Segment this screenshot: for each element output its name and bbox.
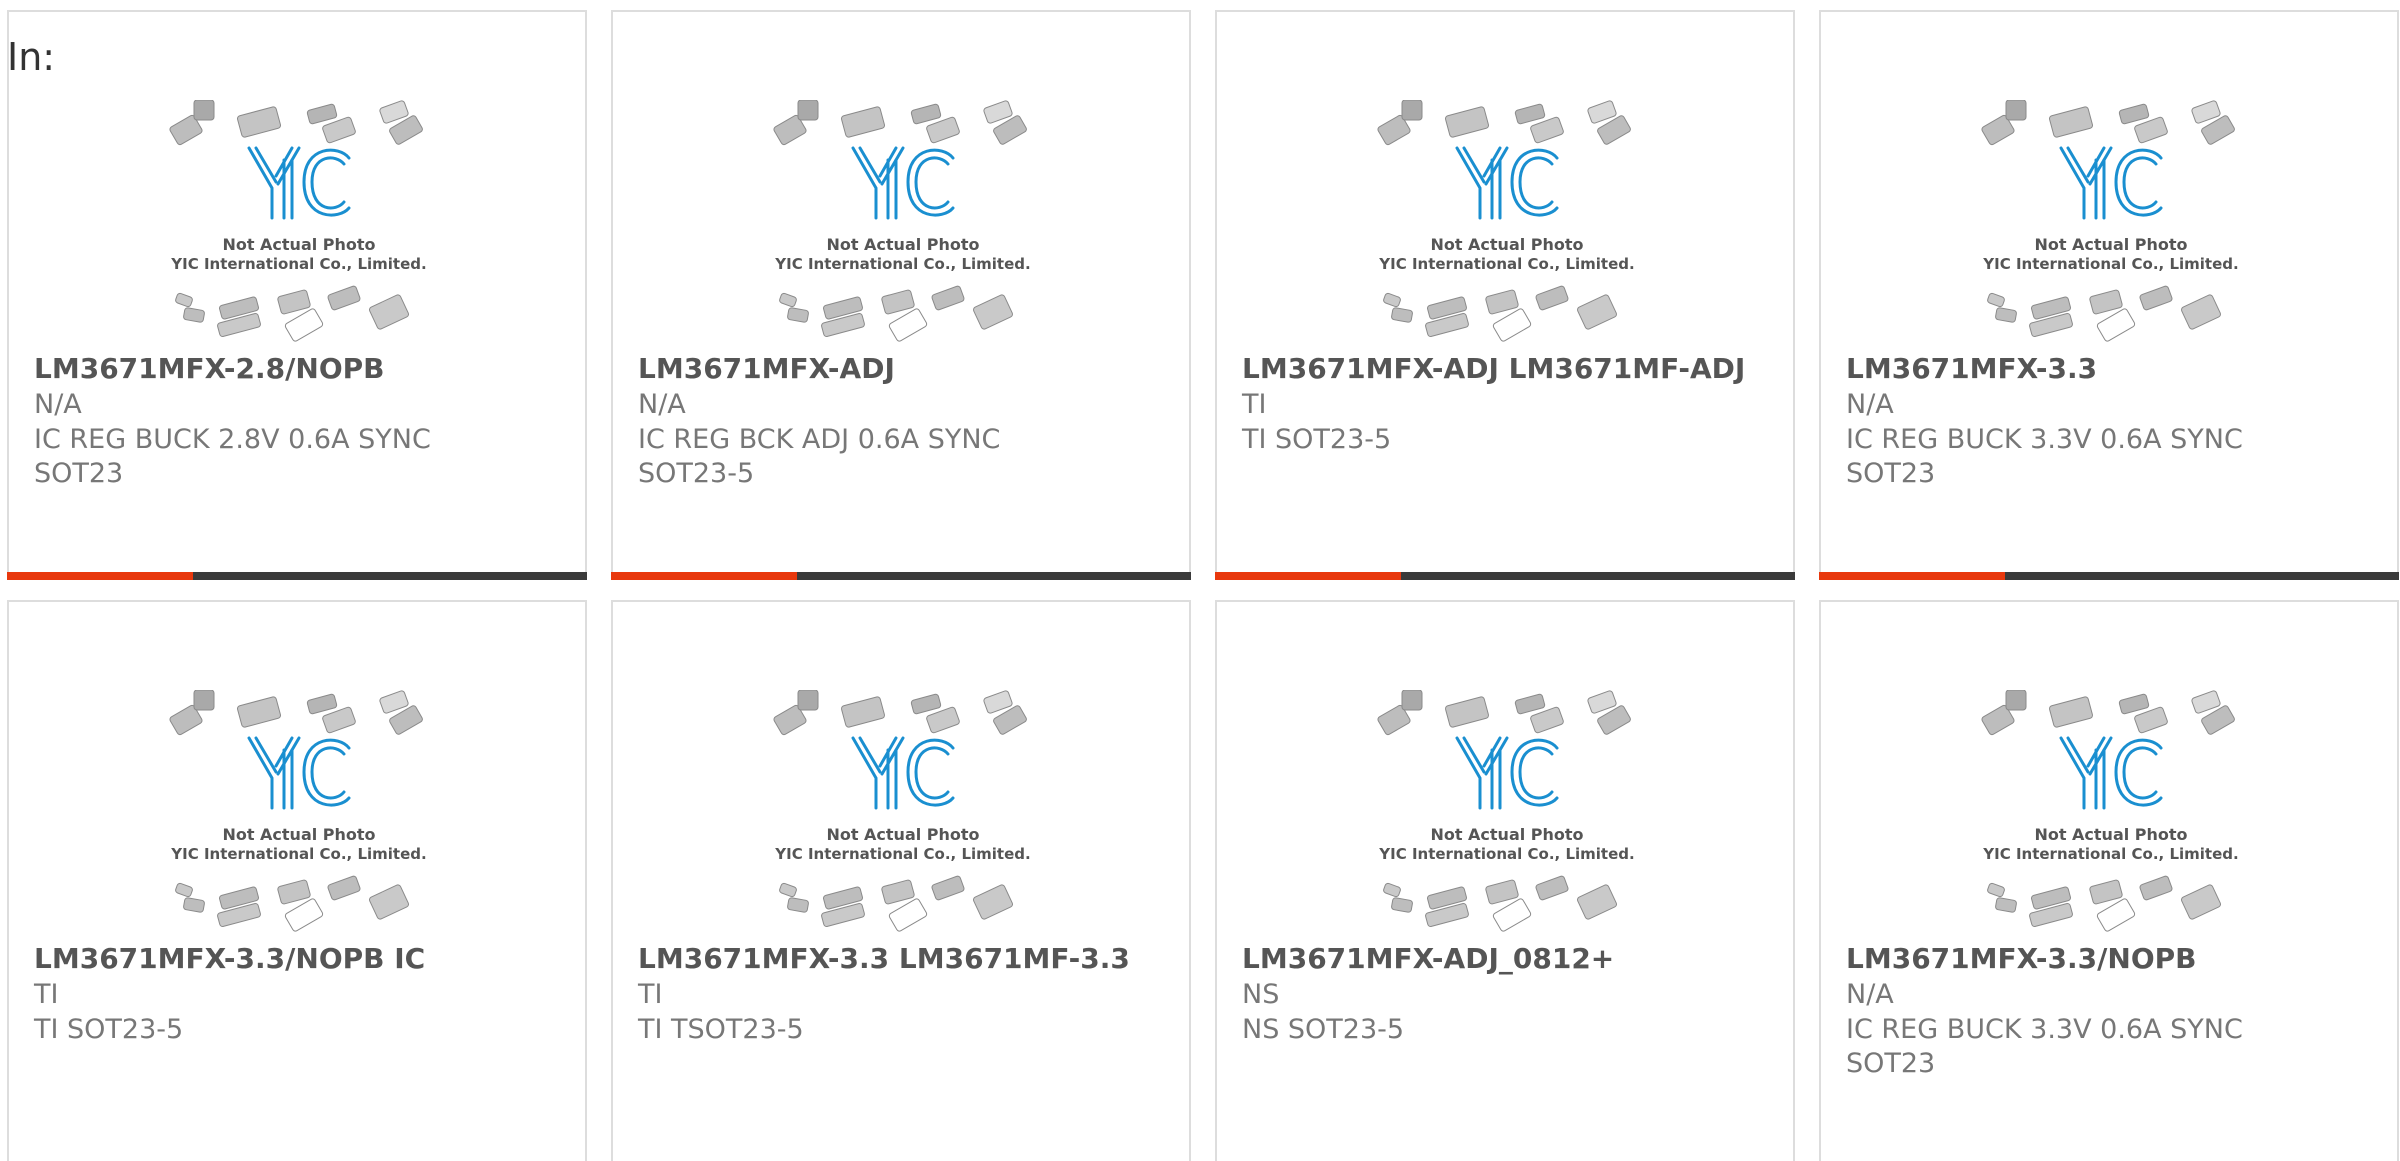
progress-bar	[1819, 572, 2399, 580]
manufacturer: N/A	[34, 389, 82, 420]
chip-icons-bottom	[1383, 875, 1617, 932]
product-card[interactable]: Not Actual Photo YIC International Co., …	[611, 600, 1191, 1161]
product-image[interactable]: Not Actual Photo YIC International Co., …	[768, 690, 1038, 940]
yic-logo	[851, 146, 955, 220]
description: TI SOT23-5	[1242, 424, 1392, 455]
description: TI TSOT23-5	[638, 1014, 804, 1045]
company-text: YIC International Co., Limited.	[1982, 255, 2238, 273]
product-card[interactable]: Not Actual Photo YIC International Co., …	[1215, 10, 1795, 580]
product-image[interactable]: Not Actual Photo YIC International Co., …	[1372, 690, 1642, 940]
part-number[interactable]: LM3671MFX-2.8/NOPB	[34, 352, 384, 385]
not-actual-photo-text: Not Actual Photo	[826, 235, 979, 254]
part-number[interactable]: LM3671MFX-3.3	[1846, 352, 2097, 385]
chip-icons-top	[1377, 100, 1631, 146]
page: In: Not Actual Photo YIC International C…	[0, 0, 2400, 1161]
chip-icons-top	[169, 100, 423, 146]
chip-icons-top	[1981, 690, 2235, 736]
chip-icons-top	[773, 100, 1027, 146]
in-label: In:	[7, 35, 56, 79]
not-actual-photo-text: Not Actual Photo	[1430, 235, 1583, 254]
manufacturer: TI	[638, 979, 663, 1010]
company-text: YIC International Co., Limited.	[1378, 255, 1634, 273]
description: IC REG BUCK 3.3V 0.6A SYNC SOT23	[1846, 424, 2243, 489]
progress-bar-fill	[7, 572, 193, 580]
product-image[interactable]: Not Actual Photo YIC International Co., …	[1976, 690, 2246, 940]
description: IC REG BCK ADJ 0.6A SYNC SOT23-5	[638, 424, 1001, 489]
chip-icons-top	[1981, 100, 2235, 146]
company-text: YIC International Co., Limited.	[774, 845, 1030, 863]
chip-icons-bottom	[175, 285, 409, 342]
product-image[interactable]: Not Actual Photo YIC International Co., …	[1976, 100, 2246, 350]
progress-bar-fill	[1819, 572, 2005, 580]
progress-bar	[7, 572, 587, 580]
yic-logo	[247, 146, 351, 220]
product-image[interactable]: Not Actual Photo YIC International Co., …	[768, 100, 1038, 350]
progress-bar-fill	[1215, 572, 1401, 580]
description: TI SOT23-5	[34, 1014, 184, 1045]
company-text: YIC International Co., Limited.	[1378, 845, 1634, 863]
chip-icons-top	[1377, 690, 1631, 736]
chip-icons-top	[773, 690, 1027, 736]
not-actual-photo-text: Not Actual Photo	[2034, 235, 2187, 254]
chip-icons-top	[169, 690, 423, 736]
manufacturer: NS	[1242, 979, 1280, 1010]
progress-bar	[1215, 572, 1795, 580]
not-actual-photo-text: Not Actual Photo	[222, 825, 375, 844]
manufacturer: N/A	[1846, 979, 1894, 1010]
manufacturer: TI	[34, 979, 59, 1010]
product-image[interactable]: Not Actual Photo YIC International Co., …	[1372, 100, 1642, 350]
manufacturer: N/A	[1846, 389, 1894, 420]
product-card[interactable]: Not Actual Photo YIC International Co., …	[611, 10, 1191, 580]
yic-logo	[1455, 146, 1559, 220]
part-number[interactable]: LM3671MFX-3.3/NOPB	[1846, 942, 2196, 975]
product-grid: Not Actual Photo YIC International Co., …	[7, 10, 2399, 1161]
description: IC REG BUCK 2.8V 0.6A SYNC SOT23	[34, 424, 431, 489]
not-actual-photo-text: Not Actual Photo	[222, 235, 375, 254]
part-number[interactable]: LM3671MFX-ADJ_0812+	[1242, 942, 1614, 975]
manufacturer: N/A	[638, 389, 686, 420]
description: IC REG BUCK 3.3V 0.6A SYNC SOT23	[1846, 1014, 2243, 1079]
product-card[interactable]: Not Actual Photo YIC International Co., …	[1819, 10, 2399, 580]
not-actual-photo-text: Not Actual Photo	[2034, 825, 2187, 844]
chip-icons-bottom	[1987, 285, 2221, 342]
product-image[interactable]: Not Actual Photo YIC International Co., …	[164, 690, 434, 940]
chip-icons-bottom	[1383, 285, 1617, 342]
manufacturer: TI	[1242, 389, 1267, 420]
part-number[interactable]: LM3671MFX-3.3/NOPB IC	[34, 942, 425, 975]
company-text: YIC International Co., Limited.	[170, 845, 426, 863]
part-number[interactable]: LM3671MFX-ADJ LM3671MF-ADJ	[1242, 352, 1745, 385]
company-text: YIC International Co., Limited.	[170, 255, 426, 273]
yic-logo	[851, 736, 955, 810]
part-number[interactable]: LM3671MFX-ADJ	[638, 352, 895, 385]
chip-icons-bottom	[779, 875, 1013, 932]
chip-icons-bottom	[779, 285, 1013, 342]
product-image[interactable]: Not Actual Photo YIC International Co., …	[164, 100, 434, 350]
progress-bar	[611, 572, 1191, 580]
company-text: YIC International Co., Limited.	[774, 255, 1030, 273]
yic-logo	[1455, 736, 1559, 810]
not-actual-photo-text: Not Actual Photo	[1430, 825, 1583, 844]
part-number[interactable]: LM3671MFX-3.3 LM3671MF-3.3	[638, 942, 1130, 975]
not-actual-photo-text: Not Actual Photo	[826, 825, 979, 844]
yic-logo	[247, 736, 351, 810]
product-card[interactable]: Not Actual Photo YIC International Co., …	[7, 10, 587, 580]
description: NS SOT23-5	[1242, 1014, 1405, 1045]
yic-logo	[2059, 146, 2163, 220]
progress-bar-fill	[611, 572, 797, 580]
product-card[interactable]: Not Actual Photo YIC International Co., …	[1215, 600, 1795, 1161]
chip-icons-bottom	[175, 875, 409, 932]
yic-logo	[2059, 736, 2163, 810]
company-text: YIC International Co., Limited.	[1982, 845, 2238, 863]
product-card[interactable]: Not Actual Photo YIC International Co., …	[1819, 600, 2399, 1161]
product-card[interactable]: Not Actual Photo YIC International Co., …	[7, 600, 587, 1161]
chip-icons-bottom	[1987, 875, 2221, 932]
